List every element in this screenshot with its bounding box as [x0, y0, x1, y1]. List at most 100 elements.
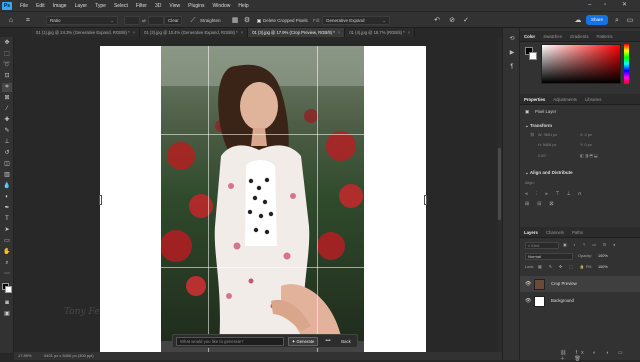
generate-prompt-input[interactable]: What would you like to generate?	[176, 337, 284, 346]
settings-gear-icon[interactable]: ⚙	[242, 16, 252, 25]
back-button[interactable]: Back	[336, 337, 356, 346]
tab-swatches[interactable]: Swatches	[539, 31, 566, 41]
menu-3d[interactable]: 3D	[151, 3, 165, 9]
background-color-swatch[interactable]	[529, 52, 537, 60]
play-actions-icon[interactable]: ▶	[507, 48, 517, 58]
distribute-buttons[interactable]: ⊞⊟⊠	[525, 201, 562, 207]
photo-image[interactable]	[161, 46, 364, 352]
more-options-button[interactable]: •••	[323, 337, 333, 346]
healing-tool-icon[interactable]: ✚	[2, 116, 12, 125]
eraser-tool-icon[interactable]: ◫	[2, 160, 12, 169]
width-field[interactable]	[124, 16, 140, 25]
overlay-grid-icon[interactable]: ▦	[230, 16, 240, 25]
paragraph-panel-icon[interactable]: ¶	[507, 62, 517, 72]
layer-row-background[interactable]: 👁 Background	[520, 293, 640, 309]
type-tool-icon[interactable]: T	[2, 215, 12, 224]
layer-name[interactable]: Crop Preview	[551, 276, 577, 292]
layer-actions-icons[interactable]: ⛓ fx ◐ ◑ ▭ ＋ 🗑	[560, 350, 640, 362]
shape-tool-icon[interactable]: ▭	[2, 237, 12, 246]
straighten-button[interactable]: Straighten	[200, 16, 221, 25]
stamp-tool-icon[interactable]: ⊥	[2, 138, 12, 147]
menu-plugins[interactable]: Plugins	[184, 3, 208, 9]
opacity-value[interactable]: 100%	[598, 253, 608, 259]
frame-tool-icon[interactable]: ⊠	[2, 94, 12, 103]
zoom-level[interactable]: 17.89%	[18, 352, 32, 360]
tab-doc-1[interactable]: 01 (1).jpg @ 24.3% (Generative Expand, R…	[32, 28, 141, 37]
canvas-area[interactable]: Tony Ferraro What would you like to gene…	[14, 37, 502, 352]
blur-tool-icon[interactable]: 💧	[2, 182, 12, 191]
generate-button[interactable]: ✦ Generate	[288, 337, 318, 346]
move-tool-icon[interactable]: ✥	[2, 39, 12, 48]
link-icon[interactable]: ⛓	[530, 132, 535, 138]
crop-tool-icon[interactable]: ⌗	[2, 83, 12, 92]
menu-filter[interactable]: Filter	[132, 3, 151, 9]
cloud-docs-icon[interactable]: ☁	[573, 16, 583, 25]
fill-select[interactable]: Generative Expand ⌄	[322, 16, 390, 25]
clear-button[interactable]: Clear	[164, 16, 182, 25]
crop-handle-right[interactable]	[424, 195, 427, 205]
swap-icon[interactable]: ⇄	[142, 16, 146, 25]
fill-value[interactable]: 100%	[598, 264, 608, 270]
menu-file[interactable]: File	[16, 3, 32, 9]
align-section-title[interactable]: ⌄ Align and Distribute	[525, 169, 573, 176]
blend-mode-select[interactable]: Normal	[525, 253, 573, 260]
commit-check-icon[interactable]: ✓	[461, 16, 471, 25]
gradient-tool-icon[interactable]: ▥	[2, 171, 12, 180]
menu-window[interactable]: Window	[209, 3, 235, 9]
tab-channels[interactable]: Channels	[542, 227, 568, 237]
menu-type[interactable]: Type	[91, 3, 110, 9]
y-value[interactable]: Y: 0 px	[580, 142, 592, 148]
zoom-tool-icon[interactable]: ⌕	[2, 259, 12, 268]
quick-select-tool-icon[interactable]: ⊡	[2, 72, 12, 81]
scrollbar-thumb[interactable]	[498, 148, 501, 220]
eyedropper-tool-icon[interactable]: ⁄	[2, 105, 12, 114]
brush-tool-icon[interactable]: ✎	[2, 127, 12, 136]
marquee-tool-icon[interactable]: ⬚	[2, 50, 12, 59]
search-icon[interactable]: ⌕	[612, 16, 622, 25]
dodge-tool-icon[interactable]: ◐	[2, 193, 12, 202]
quick-mask-icon[interactable]: ◙	[2, 299, 12, 308]
menu-view[interactable]: View	[165, 3, 184, 9]
x-value[interactable]: X: 0 px	[580, 132, 592, 138]
menu-select[interactable]: Select	[110, 3, 132, 9]
undo-icon[interactable]: ↶	[432, 16, 442, 25]
straighten-icon[interactable]: ⟋	[188, 16, 198, 25]
workspace-icon[interactable]: ▭	[625, 16, 635, 25]
maximize-icon[interactable]: ▫	[604, 1, 606, 10]
hue-slider[interactable]	[624, 44, 629, 84]
close-window-icon[interactable]: ✕	[622, 1, 627, 10]
tab-color[interactable]: Color	[520, 31, 539, 41]
cancel-icon[interactable]: ⊘	[447, 16, 457, 25]
layer-name[interactable]: Background	[551, 293, 574, 309]
lasso-tool-icon[interactable]: ➰	[2, 61, 12, 70]
minimize-icon[interactable]: –	[588, 1, 591, 10]
tab-doc-2[interactable]: 01 (3).jpg @ 10.4% (Generative Expand, R…	[140, 28, 249, 37]
height-field[interactable]	[148, 16, 164, 25]
align-buttons[interactable]: ⫷⫶⫸⊤⊥⊓	[525, 191, 589, 197]
layer-filter-kind[interactable]: ⌕ Kind	[525, 242, 559, 249]
color-picker-field[interactable]	[541, 44, 621, 84]
app-logo[interactable]: Ps	[2, 1, 12, 10]
width-value[interactable]: W: 3651 px	[538, 132, 557, 138]
tab-patterns[interactable]: Patterns	[593, 31, 617, 41]
visibility-eye-icon[interactable]: 👁	[525, 276, 531, 292]
tab-properties[interactable]: Properties	[520, 94, 549, 104]
tab-doc-4[interactable]: 01 (4).jpg @ 18.7% (RGB/8) * ×	[345, 28, 416, 37]
more-tools-icon[interactable]: ⋯	[2, 270, 12, 279]
visibility-eye-icon[interactable]: 👁	[525, 293, 531, 309]
menu-edit[interactable]: Edit	[32, 3, 49, 9]
close-tab-icon[interactable]: ×	[408, 30, 410, 35]
close-tab-icon[interactable]: ×	[133, 30, 135, 35]
delete-cropped-checkbox[interactable]	[257, 19, 261, 23]
tab-libraries[interactable]: Libraries	[581, 94, 605, 104]
tab-gradients[interactable]: Gradients	[566, 31, 593, 41]
close-tab-icon[interactable]: ×	[338, 30, 340, 35]
close-tab-icon[interactable]: ×	[241, 30, 243, 35]
path-select-tool-icon[interactable]: ➤	[2, 226, 12, 235]
background-color-swatch[interactable]	[5, 286, 12, 293]
history-panel-icon[interactable]: ⟲	[507, 34, 517, 44]
screen-mode-icon[interactable]: ▣	[2, 310, 12, 319]
crop-tool-icon[interactable]: ⌗	[23, 16, 33, 25]
tab-doc-3[interactable]: 01 (3).jpg @ 17.9% (Crop Preview, RGB/8)…	[248, 28, 346, 37]
menu-image[interactable]: Image	[49, 3, 71, 9]
